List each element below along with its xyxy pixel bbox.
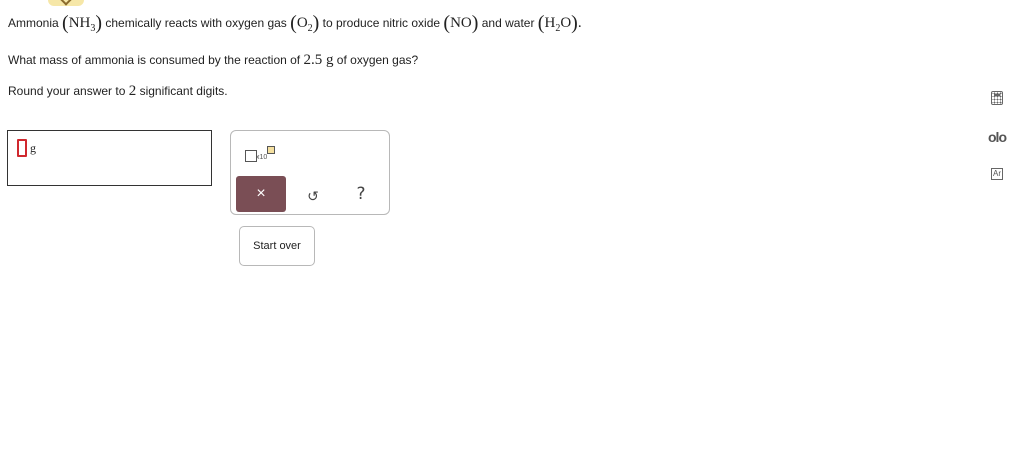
water-formula: H2O [544,15,572,34]
question-text: chemically reacts with oxygen gas [102,16,291,30]
nitric-oxide-formula: NO [450,15,472,31]
question-line-2: What mass of ammonia is consumed by the … [8,52,419,68]
scientific-notation-button[interactable]: x10 [243,146,279,168]
data-chart-icon[interactable]: olo [984,123,1010,149]
calculator-glyph [991,91,1003,105]
answer-unit: g [30,141,36,155]
undo-button[interactable]: ↺ [303,186,323,206]
answer-cursor[interactable] [17,139,27,157]
answer-input[interactable]: g [7,130,212,186]
start-over-button[interactable]: Start over [239,226,315,266]
question-text: to produce nitric oxide [319,16,444,30]
exponent-box-icon [267,146,275,154]
clear-button[interactable]: × [236,176,286,212]
given-mass: 2.5 [303,52,323,68]
ammonia-formula: NH3 [68,15,96,34]
help-button[interactable]: ? [351,184,371,204]
question-line-1: Ammonia (NH3) chemically reacts with oxy… [8,12,582,34]
periodic-table-icon[interactable]: Ar [984,161,1010,187]
oxygen-formula: O2 [296,15,313,34]
question-text: and water [478,16,538,30]
question-text: Ammonia [8,16,63,30]
calculator-icon[interactable] [984,85,1010,111]
question-line-3: Round your answer to 2 significant digit… [8,83,228,99]
input-palette: x10 × ↺ ? [230,130,390,215]
collapse-tab[interactable] [48,0,84,6]
